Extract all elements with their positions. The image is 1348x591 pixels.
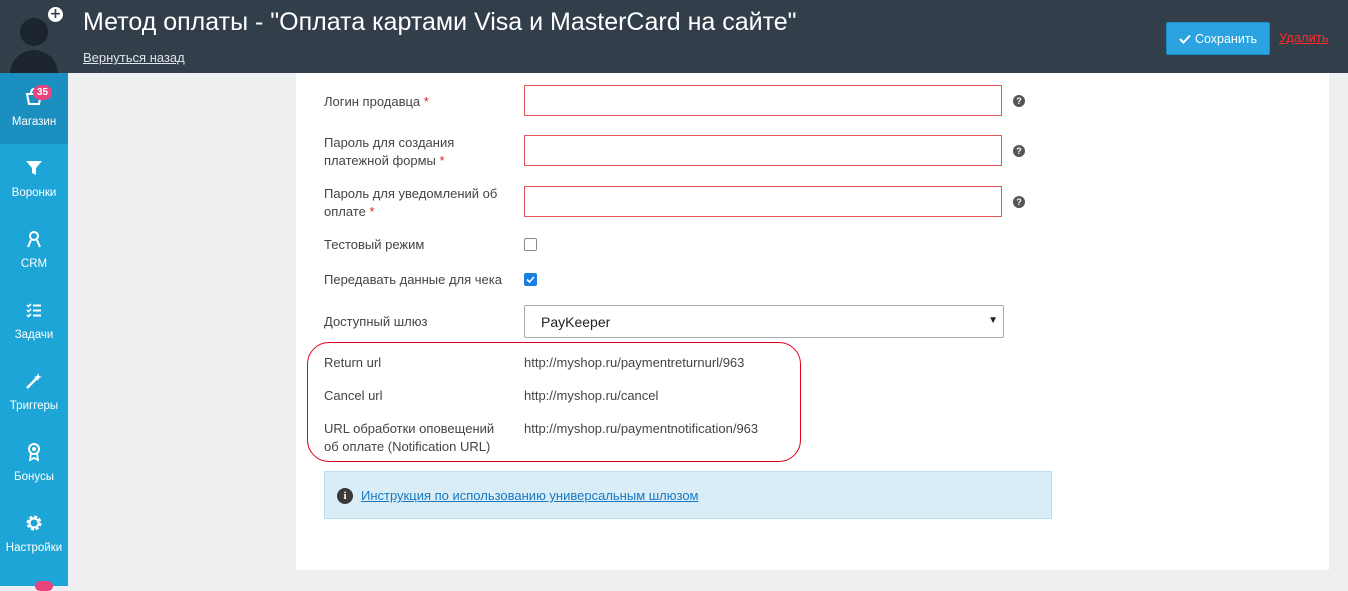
gateway-label: Доступный шлюз — [324, 314, 428, 329]
check-icon — [526, 276, 535, 284]
gateway-select-value: PayKeeper — [541, 314, 611, 330]
page-title: Метод оплаты - "Оплата картами Visa и Ma… — [83, 8, 797, 36]
test-mode-checkbox[interactable] — [524, 238, 537, 251]
award-icon — [28, 443, 40, 462]
back-link[interactable]: Вернуться назад — [83, 50, 185, 65]
shop-badge: 35 — [33, 85, 53, 100]
delete-link[interactable]: Удалить — [1279, 30, 1329, 45]
avatar[interactable]: + — [0, 0, 68, 73]
notification-password-label: Пароль для уведомлений об оплате * — [324, 186, 498, 219]
notification-url-label: URL обработки оповещений об оплате (Noti… — [324, 421, 495, 454]
funnel-icon — [26, 161, 42, 175]
payment-form-password-label: Пароль для создания платежной формы * — [324, 135, 455, 168]
return-url-value: http://myshop.ru/paymentreturnurl/963 — [524, 355, 745, 370]
info-icon: i — [337, 488, 353, 504]
required-marker: * — [439, 153, 445, 168]
sidebar-item-label: Бонусы — [14, 471, 54, 483]
cancel-url-value: http://myshop.ru/cancel — [524, 388, 659, 403]
magic-wand-icon — [26, 373, 42, 389]
sidebar-item-tasks[interactable]: Задачи — [0, 286, 68, 357]
gear-icon — [26, 515, 42, 531]
sidebar-item-label: Задачи — [14, 329, 54, 341]
sidebar-item-shop[interactable]: 35 Магазин — [0, 73, 68, 144]
required-marker: * — [423, 94, 429, 109]
notification-password-input[interactable] — [524, 186, 1002, 217]
test-mode-label: Тестовый режим — [324, 237, 425, 252]
sidebar-item-label: Настройки — [5, 542, 63, 554]
save-button[interactable]: Сохранить — [1166, 22, 1270, 55]
sidebar-item-label: CRM — [20, 258, 48, 270]
sidebar-item-settings[interactable]: Настройки — [0, 499, 68, 570]
payment-form-password-input[interactable] — [524, 135, 1002, 166]
sidebar-item-crm[interactable]: CRM — [0, 215, 68, 286]
instruction-link[interactable]: Инструкция по использованию универсальны… — [361, 488, 699, 503]
info-box: i Инструкция по использованию универсаль… — [324, 471, 1052, 519]
sidebar-item-label: Магазин — [11, 116, 57, 128]
help-icon[interactable]: ? — [1013, 95, 1025, 107]
sidebar-item-label: Воронки — [11, 187, 57, 199]
tasks-icon — [26, 303, 41, 318]
help-icon[interactable]: ? — [1013, 145, 1025, 157]
cancel-url-label: Cancel url — [324, 388, 383, 403]
sidebar-item-funnels[interactable]: Воронки — [0, 144, 68, 215]
dropdown-arrow-icon: ▼ — [988, 315, 998, 326]
gateway-select[interactable]: PayKeeper ▼ — [524, 305, 1004, 338]
send-receipt-checkbox[interactable] — [524, 273, 537, 286]
help-icon[interactable]: ? — [1013, 196, 1025, 208]
required-marker: * — [369, 204, 375, 219]
page-header: Метод оплаты - "Оплата картами Visa и Ma… — [68, 0, 1348, 73]
return-url-label: Return url — [324, 355, 382, 370]
send-receipt-label: Передавать данные для чека — [324, 272, 502, 287]
seller-login-input[interactable] — [524, 85, 1002, 116]
sidebar-item-label: Триггеры — [9, 400, 59, 412]
sidebar: + 35 Магазин Воронки CRM Задачи Триггеры… — [0, 0, 68, 591]
user-icon — [27, 231, 41, 248]
sidebar-item-triggers[interactable]: Триггеры — [0, 357, 68, 428]
add-icon[interactable]: + — [48, 7, 63, 22]
check-icon — [1179, 34, 1191, 44]
notification-badge — [35, 581, 53, 591]
sidebar-item-bonuses[interactable]: Бонусы — [0, 428, 68, 499]
notification-url-value: http://myshop.ru/paymentnotification/963 — [524, 421, 759, 436]
seller-login-label: Логин продавца * — [324, 94, 429, 109]
save-button-label: Сохранить — [1194, 31, 1258, 46]
